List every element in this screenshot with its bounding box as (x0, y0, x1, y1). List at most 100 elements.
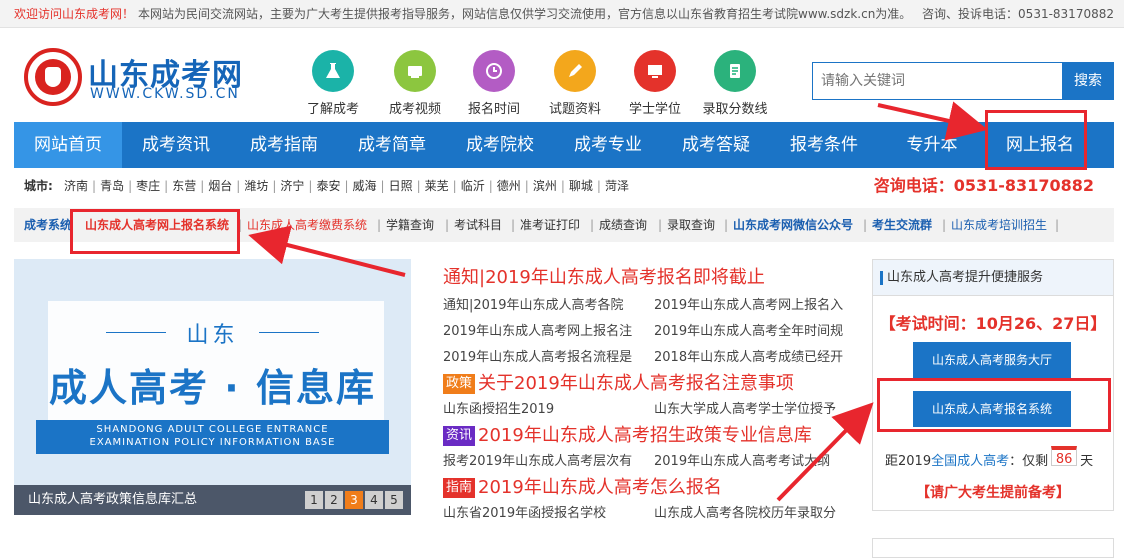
news-link[interactable]: 2019年山东成人高考考试大纲 (654, 450, 830, 469)
prepare-reminder: 【请广大考生提前备考】 (916, 485, 1070, 501)
nav-item-8[interactable]: 报考条件 (770, 122, 878, 168)
pager-dot-4[interactable]: 4 (365, 491, 383, 509)
quick-link-label: 录取分数线 (702, 102, 768, 117)
banner-line2: 成人高考 · 信息库 (49, 366, 376, 410)
news-section-title[interactable]: 2019年山东成人高考招生政策专业信息库 (478, 425, 812, 446)
news-link[interactable]: 2019年山东成人高考报名流程是 (443, 346, 632, 365)
quick-link-label: 报名时间 (467, 102, 520, 117)
nav-item-2[interactable]: 成考资讯 (122, 122, 230, 168)
nav-item-1[interactable]: 网站首页 (14, 122, 122, 168)
countdown: 距2019全国成人高考：仅剩 86 天 (885, 446, 1093, 469)
city-list: 济南 | 青岛 | 枣庄 | 东营 | 烟台 | 潍坊 | 济宁 | 泰安 | 威海 | 日照 | 莱芜 | 临沂 | 德州 | 滨… (60, 172, 633, 200)
news-link[interactable]: 2019年山东成人高考网上报名入 (654, 294, 843, 313)
news-link[interactable]: 2019年山东成人高考全年时间规 (654, 320, 843, 339)
pen-icon (554, 50, 596, 92)
quick-link-label: 成考视频 (388, 102, 441, 117)
city-lead: 城市: (24, 179, 53, 193)
news-link[interactable]: 2018年山东成人高考成绩已经开 (654, 346, 843, 365)
city-link[interactable]: 枣庄 (132, 179, 164, 193)
news-headline[interactable]: 通知|2019年山东成人高考报名即将截止 (443, 263, 765, 289)
news-tag-badge: 政策 (443, 374, 476, 394)
main-nav: 网站首页 成考资讯 成考指南 成考简章 成考院校 成考专业 成考答疑 报考条件 专升本 网上报名 (14, 122, 1114, 168)
city-link[interactable]: 威海 (349, 179, 381, 193)
city-link[interactable]: 莱芜 (421, 179, 453, 193)
news-section-head[interactable]: 资讯 2019年山东成人高考招生政策专业信息库 (443, 421, 812, 447)
system-link-7[interactable]: 录取查询 (667, 208, 715, 242)
list-icon (714, 50, 756, 92)
system-link-4[interactable]: 考试科目 (454, 208, 502, 242)
search-input[interactable] (812, 62, 1062, 100)
countdown-days: 86 (1051, 446, 1078, 467)
city-link[interactable]: 滨州 (529, 179, 561, 193)
news-section-head[interactable]: 指南 2019年山东成人高考怎么报名 (443, 473, 722, 499)
nav-item-7[interactable]: 成考答疑 (662, 122, 770, 168)
system-separator: | (724, 218, 729, 232)
banner-line1: 山东 (186, 323, 239, 348)
nav-item-6[interactable]: 成考专业 (554, 122, 662, 168)
hotline: 咨询电话：0531-83170882 (873, 176, 1094, 195)
system-bar-lead: 成考系统 (24, 218, 73, 232)
pager-dot-5[interactable]: 5 (385, 491, 403, 509)
nav-item-5[interactable]: 成考院校 (446, 122, 554, 168)
countdown-link[interactable]: 全国成人高考 (931, 454, 1009, 469)
search-button[interactable]: 搜索 (1062, 62, 1114, 100)
news-link[interactable]: 山东省2019年函授报名学校 (443, 502, 606, 521)
nav-item-3[interactable]: 成考指南 (230, 122, 338, 168)
nav-item-9[interactable]: 专升本 (878, 122, 986, 168)
news-link[interactable]: 山东函授招生2019 (443, 398, 554, 417)
city-link[interactable]: 潍坊 (240, 179, 272, 193)
quick-link-label: 学士学位 (628, 102, 681, 117)
city-link[interactable]: 青岛 (96, 179, 128, 193)
pager-dot-3[interactable]: 3 (345, 491, 363, 509)
quick-link-5[interactable]: 学士学位 (620, 50, 690, 117)
city-link[interactable]: 临沂 (457, 179, 489, 193)
city-link[interactable]: 济宁 (276, 179, 308, 193)
news-tag-badge: 指南 (443, 478, 476, 498)
quick-link-6[interactable]: 录取分数线 (700, 50, 770, 117)
annotation-box-service-btn (877, 378, 1111, 432)
site-logo[interactable]: 山东成考网 WWW.CKW.SD.CN (24, 48, 264, 108)
service-title: 山东成人高考提升便捷服务 (873, 260, 1113, 296)
city-link[interactable]: 聊城 (565, 179, 597, 193)
city-link[interactable]: 烟台 (204, 179, 236, 193)
quick-link-4[interactable]: 试题资料 (540, 50, 610, 117)
city-link[interactable]: 德州 (493, 179, 525, 193)
city-link[interactable]: 东营 (168, 179, 200, 193)
news-section-title[interactable]: 2019年山东成人高考怎么报名 (478, 477, 722, 498)
city-link[interactable]: 菏泽 (601, 179, 633, 193)
countdown-pre: 距2019 (885, 454, 932, 469)
system-link-5[interactable]: 准考证打印 (520, 208, 580, 242)
nav-item-4[interactable]: 成考简章 (338, 122, 446, 168)
system-separator: | (863, 218, 868, 232)
quick-link-2[interactable]: 成考视频 (380, 50, 450, 117)
news-link[interactable]: 山东成人高考各院校历年录取分 (654, 502, 836, 521)
news-link[interactable]: 2019年山东成人高考网上报名注 (443, 320, 632, 339)
city-link[interactable]: 济南 (60, 179, 92, 193)
system-link-9[interactable]: 考生交流群 (872, 208, 932, 242)
news-section-head[interactable]: 政策 关于2019年山东成人高考报名注意事项 (443, 369, 794, 395)
news-link[interactable]: 报考2019年山东成人高考层次有 (443, 450, 632, 469)
quick-link-1[interactable]: 了解成考 (298, 50, 368, 117)
system-link-2[interactable]: 山东成人高考缴费系统 (247, 208, 367, 242)
system-link-3[interactable]: 学籍查询 (386, 208, 434, 242)
pager-dot-2[interactable]: 2 (325, 491, 343, 509)
system-link-8[interactable]: 山东成考网微信公众号 (733, 208, 853, 242)
news-section-title[interactable]: 关于2019年山东成人高考报名注意事项 (478, 373, 794, 394)
quick-link-label: 试题资料 (548, 102, 601, 117)
news-link[interactable]: 通知|2019年山东成人高考各院 (443, 294, 623, 313)
system-separator: | (377, 218, 382, 232)
banner-slideshow[interactable]: 山东 成人高考 · 信息库 SHANDONG ADULT COLLEGE ENT… (14, 259, 411, 515)
service-hall-button[interactable]: 山东成人高考服务大厅 (913, 342, 1071, 378)
logo-url: WWW.CKW.SD.CN (90, 86, 240, 102)
city-link[interactable]: 泰安 (312, 179, 344, 193)
news-tag-badge: 资讯 (443, 426, 476, 446)
pager-dot-1[interactable]: 1 (305, 491, 323, 509)
system-link-10[interactable]: 山东成考培训招生 (951, 208, 1047, 242)
news-link[interactable]: 山东大学成人高考学士学位授予 (654, 398, 836, 417)
system-link-6[interactable]: 成绩查询 (599, 208, 647, 242)
quick-link-label: 了解成考 (306, 102, 359, 117)
quick-link-3[interactable]: 报名时间 (459, 50, 529, 117)
city-link[interactable]: 日照 (385, 179, 417, 193)
annotation-box-online-reg (985, 110, 1087, 170)
system-separator: | (590, 218, 595, 232)
